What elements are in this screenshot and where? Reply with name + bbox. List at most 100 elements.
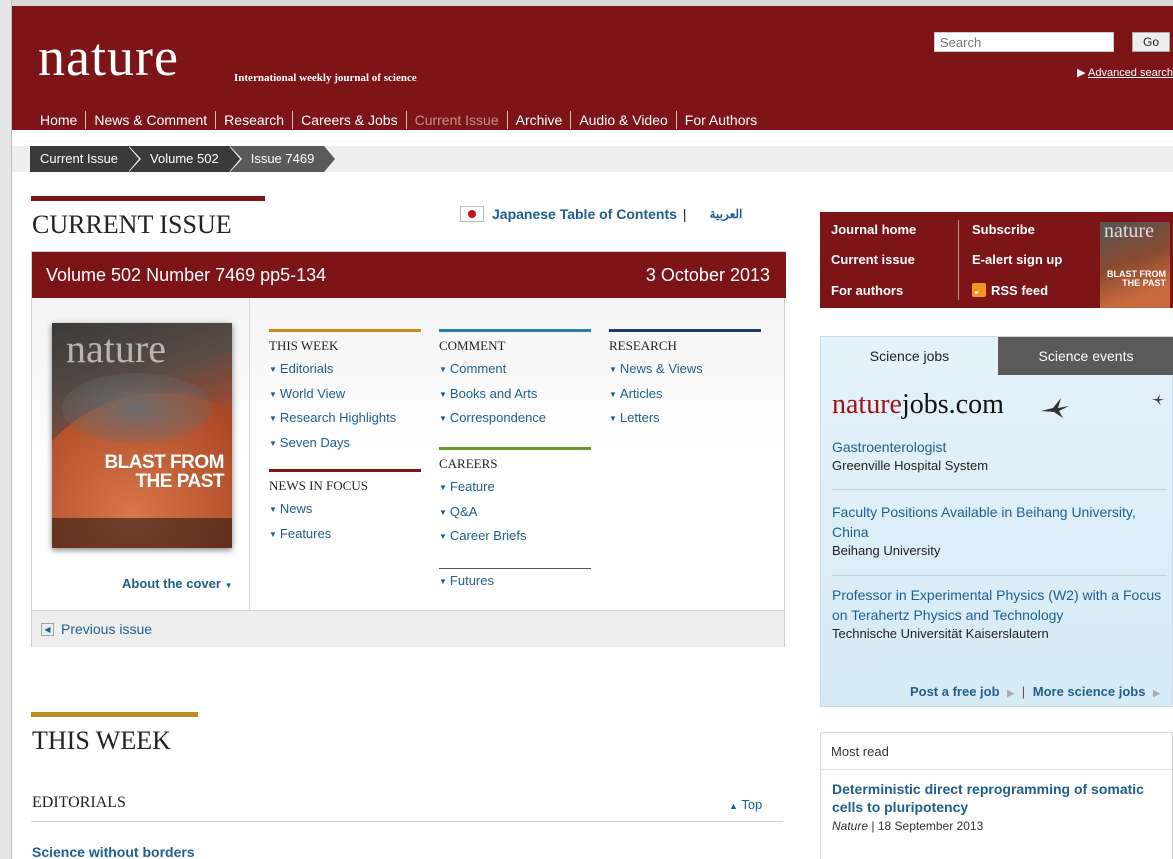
about-cover-link[interactable]: About the cover ▼ bbox=[122, 576, 233, 591]
toc-item-label: News & Views bbox=[619, 361, 703, 376]
nav-news-comment[interactable]: News & Comment bbox=[85, 111, 215, 129]
main-nav: Home News & Comment Research Careers & J… bbox=[32, 111, 765, 129]
nav-home[interactable]: Home bbox=[32, 111, 85, 129]
job-listing[interactable]: Gastroenterologist Greenville Hospital S… bbox=[832, 437, 1167, 475]
toc-item-seven-days[interactable]: ▼ Seven Days bbox=[269, 432, 421, 457]
toc-item-label: World View bbox=[279, 385, 346, 401]
breadcrumb-volume[interactable]: Volume 502 bbox=[128, 146, 242, 172]
divider bbox=[832, 489, 1167, 490]
job-title[interactable]: Faculty Positions Available in Beihang U… bbox=[832, 502, 1167, 542]
breadcrumb-issue: Issue 7469 bbox=[228, 146, 337, 172]
news-in-focus-rule bbox=[269, 469, 421, 472]
more-jobs-link[interactable]: More science jobs bbox=[1033, 684, 1146, 699]
divider bbox=[958, 220, 959, 300]
mini-cover-headline: BLAST FROM THE PAST bbox=[1107, 270, 1166, 288]
toc-item-futures[interactable]: ▼ Futures bbox=[439, 570, 591, 595]
divider bbox=[832, 575, 1167, 576]
toc-col-futures: ▼ Futures bbox=[439, 568, 591, 595]
naturejobs-logo-black: jobs.com bbox=[901, 389, 1004, 420]
toc-item-letters[interactable]: ▼ Letters bbox=[609, 407, 761, 432]
toc-item-news[interactable]: ▼ News bbox=[269, 498, 421, 523]
breadcrumb: Current Issue Volume 502 Issue 7469 bbox=[30, 146, 337, 172]
toc-item-editorials[interactable]: ▼ Editorials bbox=[269, 358, 421, 383]
back-to-top-link[interactable]: ▲ Top bbox=[729, 797, 762, 812]
japan-flag-icon bbox=[460, 206, 484, 222]
cover-column: nature BLAST FROM THE PAST About the cov… bbox=[32, 298, 250, 610]
arabic-toc-link[interactable]: العربية bbox=[710, 207, 743, 221]
toc-item-news-views[interactable]: ▼ News & Views bbox=[609, 358, 761, 383]
naturejobs-logo-red: nature bbox=[832, 389, 902, 420]
e-alert-link[interactable]: E-alert sign up bbox=[972, 252, 1062, 267]
job-title[interactable]: Professor in Experimental Physics (W2) w… bbox=[832, 585, 1167, 625]
journal-home-link[interactable]: Journal home bbox=[831, 222, 916, 237]
post-job-link[interactable]: Post a free job bbox=[910, 684, 1000, 699]
advanced-search-label: Advanced search bbox=[1088, 67, 1173, 79]
job-listing[interactable]: Professor in Experimental Physics (W2) w… bbox=[832, 585, 1167, 643]
issue-body: nature BLAST FROM THE PAST About the cov… bbox=[32, 298, 784, 610]
top-label: Top bbox=[741, 797, 763, 812]
article-link[interactable]: Science without borders bbox=[32, 844, 195, 859]
current-issue-title: CURRENT ISSUE bbox=[32, 210, 232, 239]
issue-date: 3 October 2013 bbox=[645, 265, 770, 285]
cover-headline-line2: THE PAST bbox=[135, 471, 224, 492]
chevron-down-icon: ▼ bbox=[439, 532, 447, 541]
cover-headline: BLAST FROM THE PAST bbox=[104, 453, 224, 491]
chevron-down-icon: ▼ bbox=[439, 389, 447, 399]
toc-item-career-briefs[interactable]: ▼ Career Briefs bbox=[439, 525, 591, 550]
subscribe-link[interactable]: Subscribe bbox=[972, 222, 1035, 237]
japanese-toc-link[interactable]: Japanese Table of Contents bbox=[492, 206, 677, 222]
job-listing[interactable]: Faculty Positions Available in Beihang U… bbox=[832, 502, 1167, 560]
cover-image[interactable]: nature BLAST FROM THE PAST bbox=[52, 323, 232, 548]
issue-panel: Volume 502 Number 7469 pp5-134 3 October… bbox=[31, 251, 786, 647]
chevron-down-icon: ▼ bbox=[269, 438, 277, 448]
previous-issue-link[interactable]: ◀ Previous issue bbox=[41, 621, 152, 637]
nav-current-issue[interactable]: Current Issue bbox=[405, 111, 507, 129]
search-input[interactable] bbox=[934, 32, 1114, 52]
page: nature International weekly journal of s… bbox=[12, 6, 1173, 859]
naturejobs-logo[interactable]: naturejobs.com bbox=[832, 389, 1004, 421]
toc-item-label: Correspondence bbox=[449, 410, 547, 425]
chevron-down-icon: ▼ bbox=[439, 365, 447, 374]
toc-item-qa[interactable]: ▼ Q&A bbox=[439, 501, 591, 526]
toc-heading-research: RESEARCH bbox=[609, 338, 677, 353]
search-go-button[interactable]: Go bbox=[1132, 32, 1170, 52]
toc-item-books-and-arts[interactable]: ▼ Books and Arts bbox=[439, 383, 591, 408]
tab-science-jobs[interactable]: Science jobs bbox=[821, 337, 998, 375]
rss-feed-link[interactable]: RSS feed bbox=[972, 283, 1048, 298]
toc-item-feature[interactable]: ▼ Feature bbox=[439, 476, 591, 501]
breadcrumb-current-issue[interactable]: Current Issue bbox=[30, 146, 142, 172]
toc-item-world-view[interactable]: ▼ World View bbox=[269, 383, 421, 408]
job-title[interactable]: Gastroenterologist bbox=[832, 437, 1167, 457]
mini-cover-image[interactable]: nature BLAST FROM THE PAST bbox=[1100, 222, 1170, 308]
advanced-search-link[interactable]: ▶ Advanced search bbox=[1077, 66, 1173, 79]
toc-item-comment[interactable]: ▼ Comment bbox=[439, 358, 591, 383]
most-read-heading: Most read bbox=[831, 744, 889, 759]
toc-item-features[interactable]: ▼ Features bbox=[269, 523, 421, 548]
most-read-article-link[interactable]: Deterministic direct reprogramming of so… bbox=[832, 780, 1162, 816]
nav-careers-jobs[interactable]: Careers & Jobs bbox=[292, 111, 405, 129]
play-arrow-icon: ▶ bbox=[1153, 688, 1160, 698]
cover-headline-line1: BLAST FROM bbox=[104, 452, 224, 473]
arrow-up-icon: ▲ bbox=[729, 801, 738, 811]
this-week-rule bbox=[269, 329, 421, 332]
futures-rule bbox=[439, 568, 591, 569]
for-authors-link[interactable]: For authors bbox=[831, 283, 903, 298]
toc-item-articles[interactable]: ▼ Articles bbox=[609, 383, 761, 408]
play-arrow-icon: ▶ bbox=[1077, 67, 1086, 79]
nature-logo[interactable]: nature bbox=[38, 30, 179, 84]
play-arrow-icon: ▶ bbox=[1007, 688, 1015, 698]
editorials-rule bbox=[31, 821, 783, 822]
nav-audio-video[interactable]: Audio & Video bbox=[570, 111, 675, 129]
toc-item-research-highlights[interactable]: ▼ Research Highlights bbox=[269, 407, 421, 432]
nav-for-authors[interactable]: For Authors bbox=[675, 111, 765, 129]
editorials-heading: EDITORIALS bbox=[32, 794, 126, 811]
current-issue-link[interactable]: Current issue bbox=[831, 252, 915, 267]
divider bbox=[821, 769, 1172, 770]
toc-item-correspondence[interactable]: ▼ Correspondence bbox=[439, 407, 591, 432]
nav-archive[interactable]: Archive bbox=[506, 111, 571, 129]
toc-heading-comment: COMMENT bbox=[439, 338, 506, 353]
tab-science-events[interactable]: Science events bbox=[998, 337, 1173, 375]
cover-logo: nature bbox=[66, 326, 166, 371]
nav-research[interactable]: Research bbox=[215, 111, 292, 129]
job-org: Greenville Hospital System bbox=[832, 458, 989, 473]
